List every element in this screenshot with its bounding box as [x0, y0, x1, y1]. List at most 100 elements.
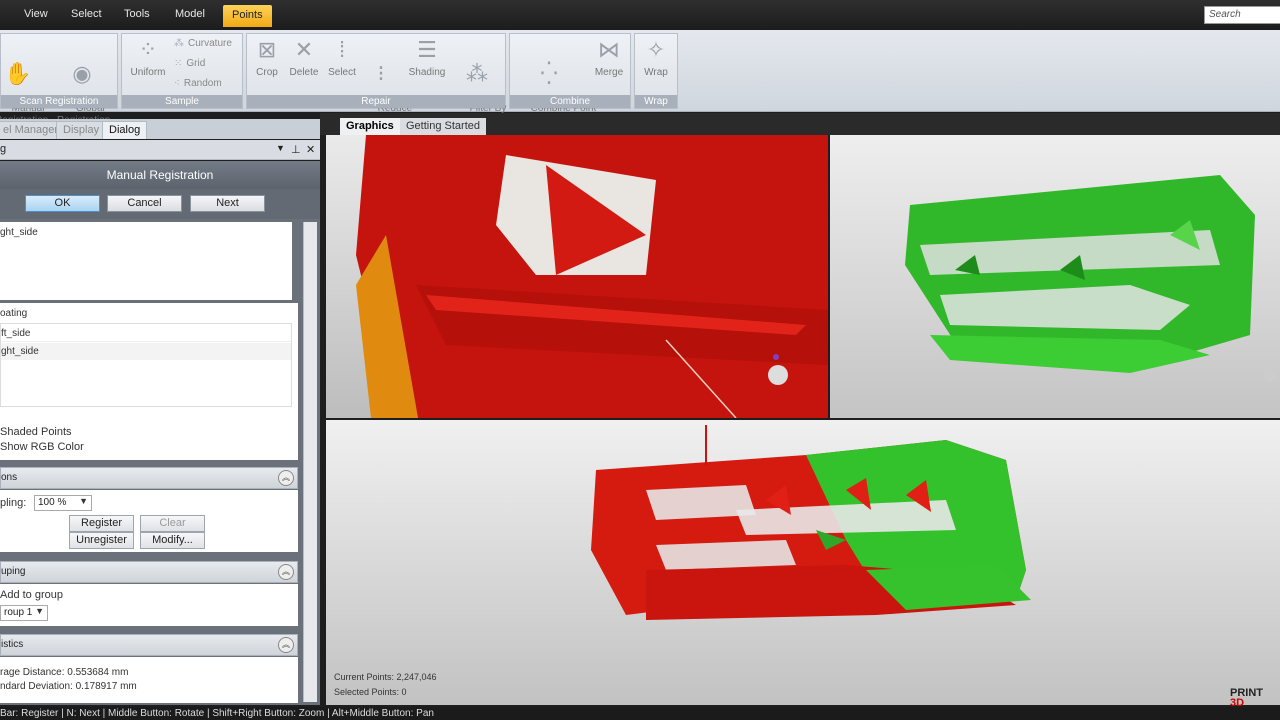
- viewport-overlay[interactable]: Current Points: 2,247,046 Selected Point…: [326, 420, 1280, 705]
- registered-point-clouds: [591, 425, 1031, 620]
- merge-button[interactable]: ⋈ Merge: [590, 37, 628, 79]
- group-select[interactable]: roup 1 ▼: [0, 605, 48, 621]
- crop-icon: ⊠: [257, 37, 277, 62]
- tab-dialog[interactable]: Dialog: [102, 121, 148, 139]
- add-to-group-checkbox[interactable]: Add to group: [0, 589, 63, 601]
- standard-deviation: ndard Deviation: 0.178917 mm: [0, 681, 137, 692]
- combine-points-icon: ⁛: [540, 61, 558, 86]
- clear-button[interactable]: Clear: [140, 515, 205, 532]
- crop-button[interactable]: ⊠ Crop: [251, 37, 283, 79]
- pin-icon[interactable]: ⊥: [291, 143, 301, 156]
- collapse-icon[interactable]: ︽: [278, 637, 294, 653]
- modify-button[interactable]: Modify...: [140, 532, 205, 549]
- selected-points: Selected Points: 0: [334, 687, 407, 697]
- merge-icon: ⋈: [598, 37, 620, 62]
- curvature-button[interactable]: ⁂ Curvature: [174, 38, 232, 49]
- floating-section: oating ft_side ght_side Shaded Points Sh…: [0, 303, 298, 460]
- manual-registration-icon: ✋: [4, 61, 32, 86]
- menu-view[interactable]: View: [24, 8, 48, 20]
- ok-button[interactable]: OK: [25, 195, 100, 212]
- group-label-combine: Combine: [510, 95, 630, 108]
- menu-tools[interactable]: Tools: [124, 8, 150, 20]
- chevron-down-icon: ▼: [35, 606, 44, 616]
- unregister-button[interactable]: Unregister: [69, 532, 134, 549]
- show-rgb-color-checkbox[interactable]: Show RGB Color: [0, 441, 84, 453]
- dialog-button-bar: OK Cancel Next: [0, 189, 320, 219]
- red-point-cloud-closeup: [356, 135, 828, 418]
- global-registration-icon: ◉: [72, 61, 92, 86]
- uniform-button[interactable]: ⁘ Uniform: [126, 37, 170, 79]
- shading-icon: ☰: [417, 37, 437, 62]
- random-button[interactable]: ⁖ Random: [174, 78, 222, 89]
- dropdown-icon[interactable]: ▼: [276, 143, 285, 153]
- ribbon-toolbar: ✋ Manual Registration ◉ Global Registrat…: [0, 30, 1280, 126]
- tab-display[interactable]: Display: [56, 121, 107, 139]
- curvature-icon: ⁂: [174, 38, 184, 49]
- group-label-wrap: Wrap: [635, 95, 677, 108]
- uniform-icon: ⁘: [138, 37, 158, 62]
- cancel-button[interactable]: Cancel: [107, 195, 182, 212]
- select-icon: ⁞: [338, 37, 346, 62]
- wrap-button[interactable]: ✧ Wrap: [637, 37, 675, 79]
- wrap-icon: ✧: [646, 37, 666, 62]
- menu-model[interactable]: Model: [175, 8, 205, 20]
- ribbon-group-combine: ⁛ Combine Point Objects ⋈ Merge Combine: [509, 33, 631, 126]
- select-button[interactable]: ⁞ Select: [325, 37, 359, 79]
- status-bar: Bar: Register | N: Next | Middle Button:…: [0, 707, 1280, 720]
- list-item[interactable]: ght_side: [1, 343, 291, 360]
- group-label-scan-registration: Scan Registration: [1, 95, 117, 108]
- grouping-section-body: Add to group roup 1 ▼: [0, 584, 298, 626]
- ribbon-group-sample: ⁘ Uniform ⁂ Curvature ⁙ Grid ⁖ Random Sampl…: [121, 33, 243, 109]
- sampling-select[interactable]: 100 % ▼: [34, 495, 92, 511]
- fixed-object-list[interactable]: ght_side: [0, 222, 292, 300]
- dialog-title: Manual Registration: [0, 161, 320, 189]
- sampling-label: pling:: [0, 497, 27, 509]
- floating-label: oating: [0, 308, 28, 319]
- options-section-body: pling: 100 % ▼ Register Clear Unregister …: [0, 490, 298, 552]
- search-input[interactable]: Search: [1204, 6, 1280, 24]
- next-button[interactable]: Next: [190, 195, 265, 212]
- filter-by-distance-icon: ⁂: [466, 61, 488, 86]
- delete-button[interactable]: ✕ Delete: [285, 37, 323, 79]
- viewport-fixed-object[interactable]: [326, 135, 828, 418]
- graphics-tabs: Graphics Getting Started: [320, 113, 1280, 135]
- dialog-body: ght_side oating ft_side ght_side Shaded …: [0, 219, 320, 705]
- statistics-section-header[interactable]: istics ︽: [0, 634, 298, 656]
- close-icon[interactable]: ✕: [306, 143, 315, 156]
- panel-header: g ▼ ⊥ ✕: [0, 140, 320, 160]
- delete-icon: ✕: [294, 37, 314, 62]
- collapse-icon[interactable]: ︽: [278, 564, 294, 580]
- list-item[interactable]: ft_side: [1, 325, 291, 342]
- menu-points[interactable]: Points: [223, 5, 272, 27]
- current-points: Current Points: 2,247,046: [334, 672, 437, 682]
- floating-object-list[interactable]: ft_side ght_side: [0, 323, 292, 407]
- shaded-points-checkbox[interactable]: Shaded Points: [0, 426, 72, 438]
- ribbon-group-scan-registration: ✋ Manual Registration ◉ Global Registrat…: [0, 33, 118, 126]
- grid-icon: ⁙: [174, 58, 183, 69]
- chevron-down-icon: ▼: [79, 496, 88, 506]
- panel-scrollbar[interactable]: [303, 222, 317, 702]
- shading-button[interactable]: ☰ Shading: [405, 37, 449, 79]
- print-3d-logo: PRINT 3D: [1230, 687, 1263, 709]
- average-distance: rage Distance: 0.553684 mm: [0, 667, 129, 678]
- group-label-sample: Sample: [122, 95, 242, 108]
- viewport-floating-object[interactable]: [830, 135, 1280, 418]
- random-icon: ⁖: [174, 78, 180, 89]
- panel-header-text: g: [0, 143, 7, 155]
- options-section-header[interactable]: ons ︽: [0, 467, 298, 489]
- panel-tabs: el Manager Display Dialog: [0, 119, 320, 139]
- statistics-section-body: rage Distance: 0.553684 mm ndard Deviati…: [0, 657, 298, 703]
- tab-graphics[interactable]: Graphics: [340, 118, 400, 135]
- collapse-icon[interactable]: ︽: [278, 470, 294, 486]
- menu-select[interactable]: Select: [71, 8, 102, 20]
- tab-getting-started[interactable]: Getting Started: [400, 118, 486, 135]
- reduce-noise-icon: ⁝: [377, 61, 385, 86]
- group-label-repair: Repair: [247, 95, 505, 108]
- ribbon-group-wrap: ✧ Wrap Wrap: [634, 33, 678, 109]
- ribbon-group-repair: ⊠ Crop ✕ Delete ⁞ Select ⁝ Reduce Noise …: [246, 33, 506, 126]
- grid-button[interactable]: ⁙ Grid: [174, 58, 205, 69]
- grouping-section-header[interactable]: uping ︽: [0, 561, 298, 583]
- register-button[interactable]: Register: [69, 515, 134, 532]
- list-item[interactable]: ght_side: [0, 227, 38, 238]
- green-point-cloud: [905, 175, 1276, 381]
